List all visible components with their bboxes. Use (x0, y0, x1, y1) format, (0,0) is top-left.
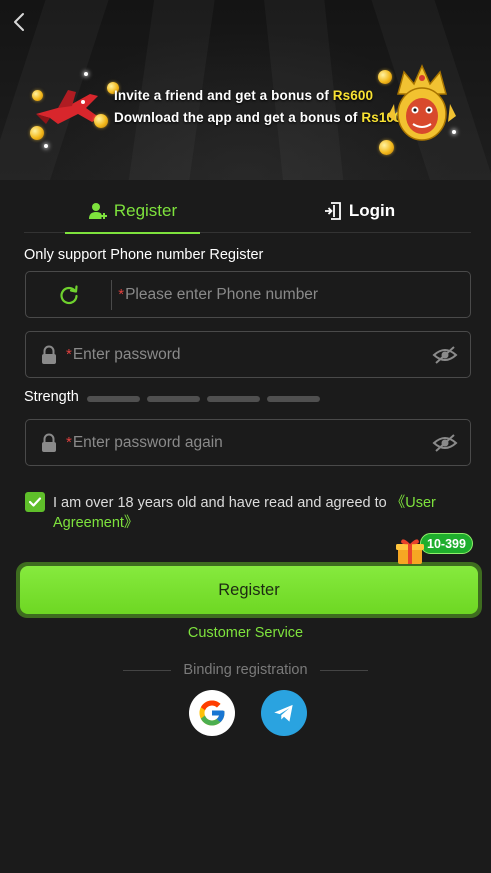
customer-service-link[interactable]: Customer Service (188, 625, 303, 641)
banner-download-text: Download the app and get a bonus of Rs10… (114, 110, 402, 125)
bonus-gift: 10-399 (394, 531, 484, 571)
tab-register-label: Register (113, 200, 178, 220)
google-login-button[interactable] (189, 690, 235, 736)
phone-input[interactable] (125, 285, 470, 304)
telegram-icon (274, 704, 293, 722)
country-code-button[interactable] (26, 272, 111, 317)
strength-bar (267, 396, 320, 402)
customer-service-row: Customer Service (0, 625, 491, 641)
register-page: Invite a friend and get a bonus of Rs600… (0, 0, 491, 873)
mascot-icon (388, 64, 456, 141)
required-mark: * (118, 286, 125, 303)
agreement-checkbox[interactable] (25, 492, 45, 512)
tab-login[interactable]: Login (314, 188, 404, 233)
refresh-icon (60, 284, 78, 304)
banner-invite-amount: Rs600 (332, 88, 374, 103)
tab-login-label: Login (348, 200, 396, 220)
eye-off-icon[interactable] (432, 345, 458, 365)
lock-icon (42, 345, 56, 364)
door-enter-icon (324, 201, 341, 220)
eye-off-icon[interactable] (432, 433, 458, 453)
confirm-password-field: * (25, 419, 471, 466)
confirm-password-input[interactable] (72, 433, 426, 452)
strength-bar (147, 396, 200, 402)
support-hint: Only support Phone number Register (24, 247, 264, 263)
strength-label: Strength (24, 389, 79, 405)
gift-icon (396, 539, 424, 564)
binding-label: Binding registration (183, 662, 308, 678)
divider-line (123, 669, 172, 671)
password-input[interactable] (72, 345, 426, 364)
auth-tabs: Register Login (24, 188, 471, 234)
password-field: * (25, 331, 471, 378)
required-mark: * (66, 346, 72, 363)
banner-invite-text: Invite a friend and get a bonus of Rs600 (114, 88, 374, 103)
binding-divider: Binding registration (0, 660, 491, 680)
bonus-badge: 10-399 (420, 533, 473, 554)
back-button[interactable] (8, 10, 32, 34)
promo-banner[interactable]: Invite a friend and get a bonus of Rs600… (0, 0, 491, 180)
chevron-left-icon (14, 13, 24, 31)
phone-field: * (25, 271, 471, 318)
strength-bar (207, 396, 260, 402)
agreement-text: I am over 18 years old and have read and… (53, 495, 436, 531)
strength-bar (87, 396, 140, 402)
phone-divider (111, 279, 113, 310)
google-icon (199, 700, 225, 726)
tab-register[interactable]: Register (65, 188, 200, 234)
required-mark: * (66, 434, 72, 451)
divider-line (319, 669, 368, 671)
telegram-login-button[interactable] (261, 690, 307, 736)
register-button-label: Register (218, 580, 280, 599)
lock-icon (42, 433, 56, 452)
user-plus-icon (88, 202, 107, 219)
check-icon (28, 497, 42, 507)
